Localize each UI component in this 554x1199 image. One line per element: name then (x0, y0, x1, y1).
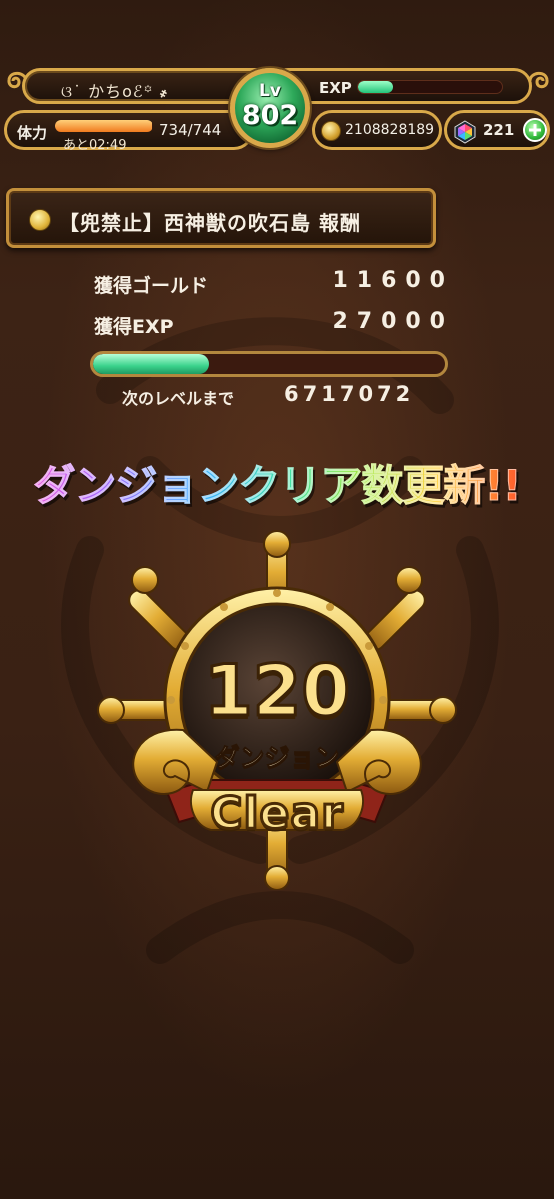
scroll-ornament-right-icon (528, 71, 549, 89)
gold-earned-value: 11600 (332, 268, 454, 293)
dungeon-reward-title: 【兜禁止】西神獣の吹石島 報酬 (59, 211, 361, 235)
next-level-value: 6717072 (284, 382, 415, 406)
level-value: 802 (241, 100, 299, 131)
level-progress-bar (90, 351, 448, 377)
dungeon-medal-icon (29, 209, 51, 231)
player-name: ଓ˙ かちoℰ꙳ ҂ (61, 82, 169, 101)
gem-plate[interactable]: 221 (444, 110, 550, 150)
exp-earned-value: 27000 (332, 309, 454, 334)
next-level-label: 次のレベルまで (122, 389, 235, 408)
clear-count-unit: ダンジョン (214, 743, 340, 773)
gold-plate[interactable]: 2108828189 (312, 110, 442, 150)
stamina-recovery-timer: あと02:49 (63, 138, 127, 153)
dungeon-clear-badge: 120 ダンジョン Clear (97, 530, 457, 891)
clear-count-value: 120 (202, 649, 351, 734)
level-badge[interactable]: Lv 802 (230, 68, 310, 148)
exp-label: EXP (319, 79, 352, 97)
dungeon-reward-banner: 【兜禁止】西神獣の吹石島 報酬 (6, 188, 436, 248)
stamina-plate[interactable]: 体力 あと02:49 734/744 (4, 110, 254, 153)
exp-bar-fill (358, 81, 393, 93)
add-gems-button[interactable] (523, 118, 547, 142)
stamina-bar-fill (55, 120, 153, 132)
level-progress-fill (93, 354, 210, 374)
gold-value: 2108828189 (345, 122, 435, 138)
clear-record-headline: ダンジョンクリア数更新!! (12, 452, 542, 513)
player-status-hud: ଓ˙ かちoℰ꙳ ҂ EXP 体力 あと02:49 734/744 210882… (0, 58, 554, 158)
level-label: Lv (259, 81, 281, 101)
exp-plate: EXP (270, 68, 532, 104)
gold-earned-label: 獲得ゴールド (94, 275, 209, 297)
stamina-value: 734/744 (159, 121, 222, 139)
exp-bar (357, 80, 503, 94)
clear-label: Clear (209, 787, 345, 841)
rainbow-gem-icon (454, 120, 476, 144)
stamina-bar (55, 120, 153, 132)
gold-coin-icon (321, 121, 341, 141)
stamina-label: 体力 (17, 124, 48, 142)
gem-value: 221 (483, 121, 515, 139)
exp-earned-label: 獲得EXP (94, 316, 174, 338)
